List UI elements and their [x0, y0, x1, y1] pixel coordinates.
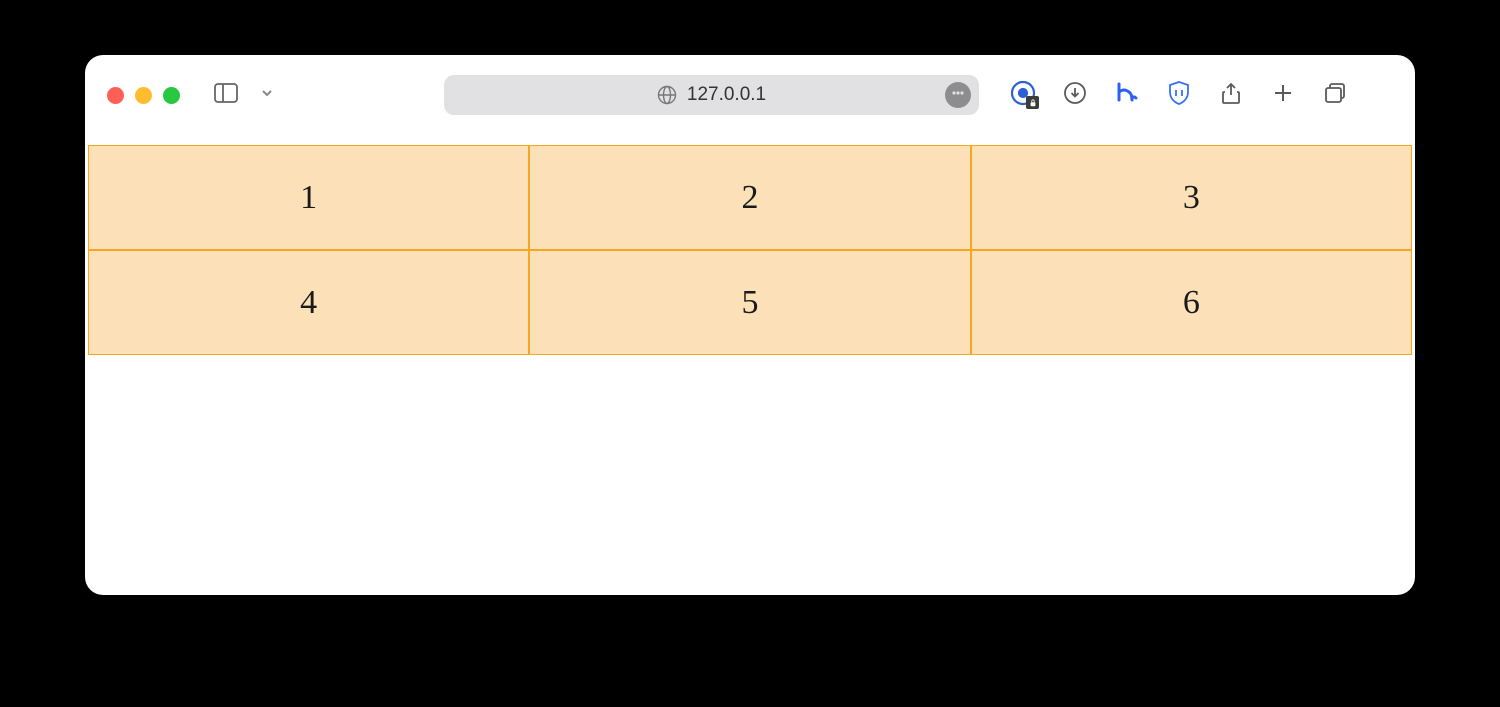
extension-button-1[interactable] [1009, 81, 1037, 109]
toolbar-right-icons [1009, 81, 1349, 109]
download-icon [1063, 81, 1087, 110]
chevron-down-icon [260, 86, 274, 105]
grid-container: 1 2 3 4 5 6 [88, 145, 1412, 355]
share-button[interactable] [1217, 81, 1245, 109]
browser-window: 127.0.0.1 [85, 55, 1415, 595]
page-content: 1 2 3 4 5 6 [85, 135, 1415, 365]
grid-cell: 5 [529, 250, 970, 355]
page-actions-button[interactable] [945, 82, 971, 108]
browser-toolbar: 127.0.0.1 [85, 55, 1415, 135]
tab-overview-button[interactable] [1321, 81, 1349, 109]
extension-honey-button[interactable] [1113, 81, 1141, 109]
grid-cell: 4 [88, 250, 529, 355]
new-tab-button[interactable] [1269, 81, 1297, 109]
address-bar[interactable]: 127.0.0.1 [444, 75, 979, 115]
sidebar-toggle-button[interactable] [212, 84, 240, 106]
grid-cell: 1 [88, 145, 529, 250]
share-icon [1219, 81, 1243, 110]
extension-shield-button[interactable] [1165, 81, 1193, 109]
grid-cell: 3 [971, 145, 1412, 250]
tabs-icon [1323, 81, 1347, 110]
grid-cell: 6 [971, 250, 1412, 355]
maximize-window-button[interactable] [163, 87, 180, 104]
globe-icon [657, 85, 677, 105]
address-text: 127.0.0.1 [687, 84, 766, 106]
shield-icon [1167, 80, 1191, 111]
window-controls [107, 87, 180, 104]
honey-icon [1114, 80, 1140, 111]
sidebar-icon [214, 83, 238, 108]
grid-cell: 2 [529, 145, 970, 250]
close-window-button[interactable] [107, 87, 124, 104]
minimize-window-button[interactable] [135, 87, 152, 104]
plus-icon [1271, 81, 1295, 110]
downloads-button[interactable] [1061, 81, 1089, 109]
ellipsis-icon [950, 85, 966, 106]
lock-badge-icon [1026, 96, 1039, 109]
tab-dropdown-button[interactable] [260, 86, 274, 105]
